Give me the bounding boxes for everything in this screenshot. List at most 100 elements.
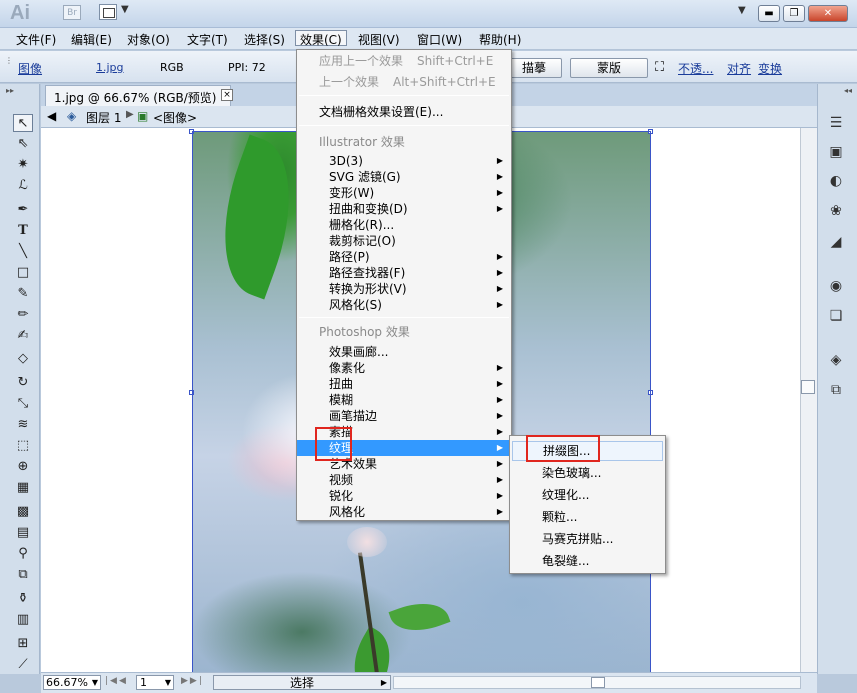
symbol-sprayer-tool-icon[interactable]: ⚱ bbox=[13, 590, 33, 608]
selection-tool-icon[interactable]: ↖ bbox=[13, 114, 33, 132]
menu-help[interactable]: 帮助(H) bbox=[475, 31, 525, 47]
menu-item-svg-filters[interactable]: SVG 滤镜(G) ▶ bbox=[297, 169, 511, 185]
symbols-panel-icon[interactable]: ❀ bbox=[826, 202, 846, 220]
align-link[interactable]: 对齐 bbox=[727, 60, 751, 77]
chevron-down-icon[interactable]: ▼ bbox=[121, 4, 129, 15]
rotate-tool-icon[interactable]: ↻ bbox=[13, 374, 33, 392]
menu-item-texturizer[interactable]: 纹理化... bbox=[510, 487, 665, 503]
workspace-chevron-down-icon[interactable]: ▼ bbox=[738, 5, 746, 16]
zoom-select[interactable]: 66.67% ▼ bbox=[43, 675, 101, 690]
menu-item-craquelure[interactable]: 龟裂缝... bbox=[510, 553, 665, 569]
menu-item-pixelate[interactable]: 像素化 ▶ bbox=[297, 360, 511, 376]
menu-item-pathfinder[interactable]: 路径查找器(F) ▶ bbox=[297, 265, 511, 281]
mesh-tool-icon[interactable]: ▩ bbox=[13, 503, 33, 521]
menu-item-mosaic-tiles[interactable]: 马赛克拼贴... bbox=[510, 531, 665, 547]
arrange-documents-icon[interactable] bbox=[99, 4, 117, 20]
menu-item-stylize-photoshop[interactable]: 风格化 ▶ bbox=[297, 504, 511, 520]
status-tool-display[interactable]: 选择 ▶ bbox=[213, 675, 391, 690]
menu-item-blur[interactable]: 模糊 ▶ bbox=[297, 392, 511, 408]
back-arrow-icon[interactable]: ◀ bbox=[47, 109, 56, 123]
menu-item-grain[interactable]: 颗粒... bbox=[510, 509, 665, 525]
menu-item-stylize-illustrator[interactable]: 风格化(S) ▶ bbox=[297, 297, 511, 313]
rectangle-tool-icon[interactable]: □ bbox=[13, 264, 33, 282]
width-tool-icon[interactable]: ≋ bbox=[13, 416, 33, 434]
menu-item-convert-to-shape[interactable]: 转换为形状(V) ▶ bbox=[297, 281, 511, 297]
maximize-button[interactable]: ❐ bbox=[783, 5, 805, 22]
artboard-tool-icon[interactable]: ⊞ bbox=[13, 635, 33, 653]
horizontal-scrollbar-thumb[interactable] bbox=[591, 677, 605, 688]
vertical-scrollbar-thumb[interactable] bbox=[801, 380, 815, 394]
menu-item-last-effect[interactable]: 上一个效果 Alt+Shift+Ctrl+E bbox=[297, 74, 511, 90]
close-window-button[interactable]: ✕ bbox=[808, 5, 848, 22]
collapse-icon[interactable]: ▸▸ bbox=[6, 86, 14, 95]
first-prev-page-icon[interactable]: |◀◀ bbox=[105, 676, 128, 686]
document-tab[interactable]: 1.jpg @ 66.67% (RGB/预览) × bbox=[45, 85, 233, 106]
menu-item-crop-marks[interactable]: 裁剪标记(O) bbox=[297, 233, 511, 249]
perspective-grid-tool-icon[interactable]: ▦ bbox=[13, 479, 33, 497]
menu-item-raster-settings[interactable]: 文档栅格效果设置(E)... bbox=[297, 104, 511, 120]
menu-item-path[interactable]: 路径(P) ▶ bbox=[297, 249, 511, 265]
menu-item-video[interactable]: 视频 ▶ bbox=[297, 472, 511, 488]
swatches-panel-icon[interactable]: ▣ bbox=[826, 143, 846, 161]
layers-panel-icon[interactable]: ◈ bbox=[826, 351, 846, 369]
page-select[interactable]: 1 ▼ bbox=[136, 675, 174, 690]
paintbrush-tool-icon[interactable]: ✎ bbox=[13, 285, 33, 303]
menu-type[interactable]: 文字(T) bbox=[183, 31, 232, 47]
slice-tool-icon[interactable]: ⟋ bbox=[13, 656, 33, 674]
filename-link[interactable]: 1.jpg bbox=[96, 61, 124, 74]
menu-view[interactable]: 视图(V) bbox=[354, 31, 404, 47]
transparency-panel-icon[interactable]: ❏ bbox=[826, 307, 846, 325]
next-last-page-icon[interactable]: ▶▶| bbox=[181, 676, 204, 686]
column-graph-tool-icon[interactable]: ▥ bbox=[13, 611, 33, 629]
gradient-tool-icon[interactable]: ▤ bbox=[13, 524, 33, 542]
menu-select[interactable]: 选择(S) bbox=[240, 31, 289, 47]
artboards-panel-icon[interactable]: ⧉ bbox=[826, 381, 846, 399]
horizontal-scrollbar[interactable] bbox=[393, 676, 801, 689]
vertical-scrollbar[interactable] bbox=[800, 128, 817, 672]
object-type-link[interactable]: 图像 bbox=[18, 60, 42, 77]
breadcrumb-object[interactable]: <图像> bbox=[153, 109, 197, 126]
menu-file[interactable]: 文件(F) bbox=[12, 31, 60, 47]
menu-item-3d[interactable]: 3D(3) ▶ bbox=[297, 153, 511, 169]
type-tool-icon[interactable]: T bbox=[13, 222, 33, 240]
menu-item-sharpen[interactable]: 锐化 ▶ bbox=[297, 488, 511, 504]
free-transform-tool-icon[interactable]: ⬚ bbox=[13, 437, 33, 455]
minimize-button[interactable]: ▬ bbox=[758, 5, 780, 22]
eraser-tool-icon[interactable]: ◇ bbox=[13, 350, 33, 368]
opacity-link[interactable]: 不透... bbox=[678, 60, 713, 77]
transform-link[interactable]: 变换 bbox=[758, 60, 782, 77]
color-panel-icon[interactable]: ☰ bbox=[826, 114, 846, 132]
scale-tool-icon[interactable]: ⤡ bbox=[13, 395, 33, 413]
close-tab-icon[interactable]: × bbox=[221, 89, 233, 101]
image-trace-button[interactable]: 描摹 bbox=[506, 58, 562, 78]
menu-item-distort-transform[interactable]: 扭曲和变换(D) ▶ bbox=[297, 201, 511, 217]
bridge-button[interactable]: Br bbox=[63, 5, 81, 20]
direct-selection-tool-icon[interactable]: ⇖ bbox=[13, 135, 33, 153]
breadcrumb-layer[interactable]: 图层 1 bbox=[86, 109, 121, 126]
line-tool-icon[interactable]: ╲ bbox=[13, 243, 33, 261]
menu-window[interactable]: 窗口(W) bbox=[413, 31, 466, 47]
recolor-icon[interactable]: ⛶ bbox=[655, 60, 664, 75]
pen-tool-icon[interactable]: ✒ bbox=[13, 201, 33, 219]
menu-item-distort[interactable]: 扭曲 ▶ bbox=[297, 376, 511, 392]
stroke-panel-icon[interactable]: ◉ bbox=[826, 277, 846, 295]
graphic-styles-panel-icon[interactable]: ◢ bbox=[826, 233, 846, 251]
menu-item-stained-glass[interactable]: 染色玻璃... bbox=[510, 465, 665, 481]
blob-brush-tool-icon[interactable]: ✍ bbox=[13, 327, 33, 345]
menu-item-warp[interactable]: 变形(W) ▶ bbox=[297, 185, 511, 201]
pencil-tool-icon[interactable]: ✏ bbox=[13, 306, 33, 324]
eyedropper-tool-icon[interactable]: ⚲ bbox=[13, 545, 33, 563]
menu-object[interactable]: 对象(O) bbox=[123, 31, 174, 47]
brushes-panel-icon[interactable]: ◐ bbox=[826, 172, 846, 190]
lasso-tool-icon[interactable]: ℒ bbox=[13, 177, 33, 195]
magic-wand-tool-icon[interactable]: ✷ bbox=[13, 156, 33, 174]
menu-item-apply-last-effect[interactable]: 应用上一个效果 Shift+Ctrl+E bbox=[297, 53, 511, 69]
menu-effect[interactable]: 效果(C) bbox=[295, 30, 347, 47]
mask-button[interactable]: 蒙版 bbox=[570, 58, 648, 78]
menu-item-brush-strokes[interactable]: 画笔描边 ▶ bbox=[297, 408, 511, 424]
grip-icon[interactable]: ⋮ bbox=[5, 56, 13, 65]
menu-item-effect-gallery[interactable]: 效果画廊... bbox=[297, 344, 511, 360]
menu-item-rasterize[interactable]: 栅格化(R)... bbox=[297, 217, 511, 233]
blend-tool-icon[interactable]: ⧉ bbox=[13, 566, 33, 584]
shape-builder-tool-icon[interactable]: ⊕ bbox=[13, 458, 33, 476]
